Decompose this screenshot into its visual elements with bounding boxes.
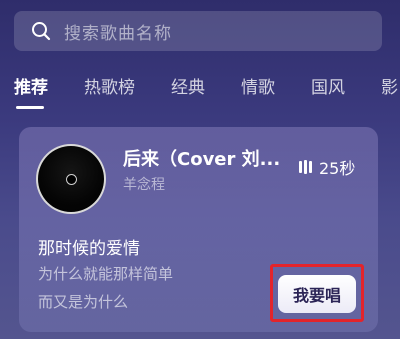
disc-center: [65, 173, 77, 185]
album-disc: [36, 144, 106, 214]
lyric-line-1: 那时候的爱情: [38, 239, 140, 259]
sing-button[interactable]: 我要唱: [278, 275, 356, 313]
lyric-line-3: 而又是为什么: [38, 293, 129, 311]
duration-text: 25秒: [319, 159, 356, 178]
lyric-line-2: 为什么就能那样简单: [38, 265, 174, 283]
audio-bars-icon: [299, 160, 312, 174]
tab-chinese-style[interactable]: 国风: [311, 73, 345, 98]
search-bar[interactable]: 搜索歌曲名称: [14, 11, 382, 51]
category-tabs: 推荐 热歌榜 经典 情歌 国风 影: [0, 73, 400, 113]
search-icon: [30, 20, 52, 42]
tab-recommend[interactable]: 推荐: [14, 73, 48, 98]
tab-film[interactable]: 影: [381, 73, 398, 98]
tab-classic[interactable]: 经典: [171, 73, 205, 98]
tab-love-songs[interactable]: 情歌: [241, 73, 275, 98]
song-duration: 25秒: [299, 155, 355, 179]
song-title: 后来（Cover 刘...: [123, 149, 281, 170]
song-artist: 羊念程: [123, 177, 165, 193]
active-tab-indicator: [16, 106, 44, 109]
tab-hot-songs[interactable]: 热歌榜: [84, 73, 135, 98]
search-placeholder: 搜索歌曲名称: [64, 23, 172, 44]
song-card[interactable]: 后来（Cover 刘... 羊念程 25秒 那时候的爱情 为什么就能那样简单 而…: [19, 127, 378, 332]
